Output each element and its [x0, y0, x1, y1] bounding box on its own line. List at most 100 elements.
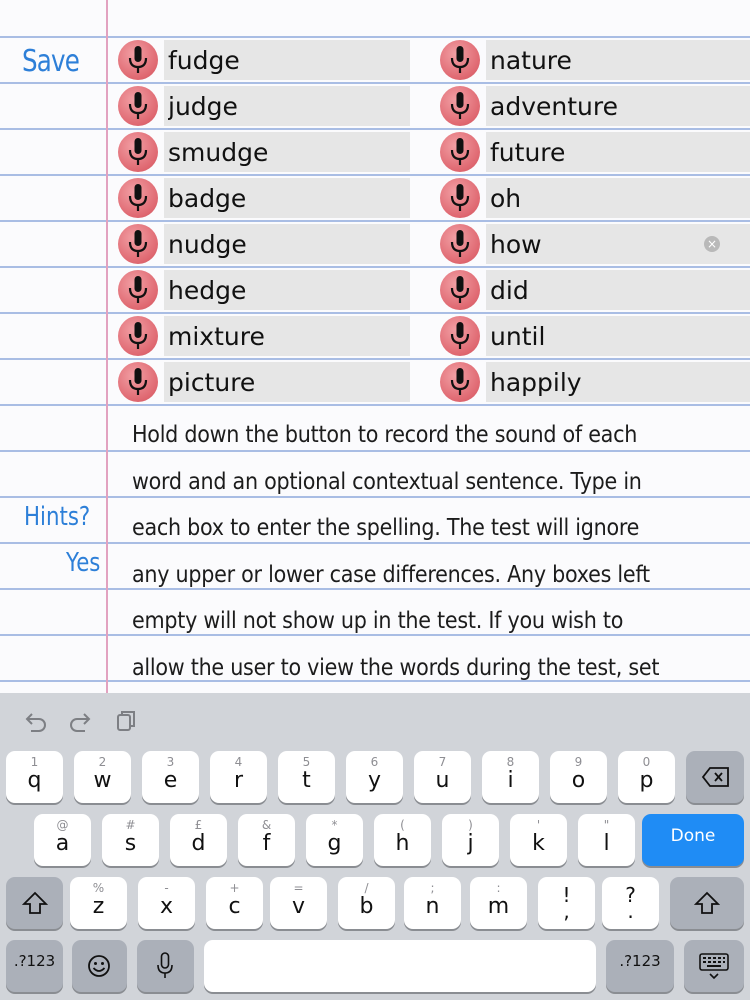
word-field[interactable]	[486, 132, 750, 172]
microphone-icon	[157, 952, 173, 978]
word-row	[440, 40, 750, 80]
word-row	[440, 362, 750, 402]
record-button[interactable]	[118, 86, 158, 126]
numbers-key-left[interactable]: .?123	[6, 940, 63, 992]
hints-toggle[interactable]: Yes	[66, 548, 100, 578]
word-row	[440, 270, 750, 310]
keyboard-hide-icon	[699, 953, 729, 980]
record-button[interactable]	[118, 362, 158, 402]
word-field[interactable]	[164, 224, 410, 264]
word-field[interactable]	[164, 316, 410, 356]
word-field[interactable]	[164, 40, 410, 80]
record-button[interactable]	[118, 178, 158, 218]
word-field[interactable]	[486, 178, 750, 218]
word-field[interactable]	[164, 132, 410, 172]
record-button[interactable]	[118, 132, 158, 172]
word-field[interactable]	[486, 316, 750, 356]
word-field[interactable]	[164, 362, 410, 402]
backspace-icon	[701, 767, 729, 787]
emoji-icon	[88, 955, 110, 977]
key-o[interactable]: 9o	[550, 751, 607, 803]
record-button[interactable]	[440, 224, 480, 264]
backspace-key[interactable]	[686, 751, 744, 803]
key-period[interactable]: ?.	[602, 877, 659, 929]
word-field[interactable]	[486, 40, 750, 80]
key-x[interactable]: -x	[138, 877, 195, 929]
record-button[interactable]	[118, 316, 158, 356]
key-m[interactable]: :m	[470, 877, 527, 929]
word-row	[118, 270, 418, 310]
onscreen-keyboard: 1q 2w 3e 4r 5t 6y 7u 8i 9o 0p @ a # s £ d &…	[0, 693, 750, 1000]
key-t[interactable]: 5t	[278, 751, 335, 803]
clear-text-icon[interactable]: ×	[704, 236, 720, 252]
key-z[interactable]: % z	[70, 877, 127, 929]
key-d[interactable]: £ d	[170, 814, 227, 866]
word-row	[118, 316, 418, 356]
record-button[interactable]	[440, 178, 480, 218]
record-button[interactable]	[118, 40, 158, 80]
word-row	[118, 132, 418, 172]
shift-icon	[22, 891, 48, 914]
record-button[interactable]	[440, 316, 480, 356]
record-button[interactable]	[440, 362, 480, 402]
key-n[interactable]: ; n	[404, 877, 461, 929]
notebook-paper: Save Hints? Yes fudge judge smudge badge…	[0, 0, 750, 693]
word-row	[118, 224, 418, 264]
key-p[interactable]: 0p	[618, 751, 675, 803]
instructions-text: Hold down the button to record the sound…	[132, 422, 660, 681]
key-b[interactable]: / b	[338, 877, 395, 929]
key-c[interactable]: + c	[206, 877, 263, 929]
word-field[interactable]	[164, 86, 410, 126]
space-key[interactable]	[204, 940, 596, 992]
word-row	[118, 40, 418, 80]
record-button[interactable]	[440, 270, 480, 310]
word-row	[440, 178, 750, 218]
key-q[interactable]: 1q	[6, 751, 63, 803]
word-row	[440, 132, 750, 172]
record-button[interactable]	[440, 40, 480, 80]
key-e[interactable]: 3e	[142, 751, 199, 803]
word-field[interactable]	[486, 270, 750, 310]
key-h[interactable]: (h	[374, 814, 431, 866]
word-row	[440, 316, 750, 356]
word-row	[118, 362, 418, 402]
word-row	[118, 86, 418, 126]
word-field[interactable]	[164, 270, 410, 310]
shift-key-left[interactable]	[6, 877, 63, 929]
key-y[interactable]: 6y	[346, 751, 403, 803]
word-field[interactable]	[164, 178, 410, 218]
key-i[interactable]: 8i	[482, 751, 539, 803]
key-v[interactable]: = v	[270, 877, 327, 929]
dictation-key[interactable]	[137, 940, 194, 992]
word-field[interactable]	[486, 86, 750, 126]
key-k[interactable]: ' k	[510, 814, 567, 866]
numbers-key-right[interactable]: .?123	[606, 940, 674, 992]
undo-icon[interactable]	[22, 707, 50, 735]
key-r[interactable]: 4r	[210, 751, 267, 803]
record-button[interactable]	[440, 86, 480, 126]
key-w[interactable]: 2w	[74, 751, 131, 803]
record-button[interactable]	[440, 132, 480, 172]
redo-icon[interactable]	[66, 707, 94, 735]
word-row-active: ×	[440, 224, 750, 264]
key-g[interactable]: * g	[306, 814, 363, 866]
app-window: Save Hints? Yes fudge judge smudge badge…	[0, 0, 750, 1000]
save-button[interactable]: Save	[22, 44, 80, 79]
key-u[interactable]: 7u	[414, 751, 471, 803]
key-comma[interactable]: !,	[538, 877, 595, 929]
record-button[interactable]	[118, 224, 158, 264]
key-a[interactable]: @ a	[34, 814, 91, 866]
key-s[interactable]: # s	[102, 814, 159, 866]
paste-icon[interactable]	[112, 707, 140, 735]
key-l[interactable]: " l	[578, 814, 635, 866]
key-f[interactable]: & f	[238, 814, 295, 866]
shift-key-right[interactable]	[670, 877, 744, 929]
emoji-key[interactable]	[72, 940, 127, 992]
keyboard-shortcut-bar	[0, 693, 750, 749]
hide-keyboard-key[interactable]	[684, 940, 744, 992]
margin-line	[106, 0, 108, 693]
key-j[interactable]: ) j	[442, 814, 499, 866]
record-button[interactable]	[118, 270, 158, 310]
done-key[interactable]: Done	[642, 814, 744, 866]
word-field[interactable]	[486, 362, 750, 402]
